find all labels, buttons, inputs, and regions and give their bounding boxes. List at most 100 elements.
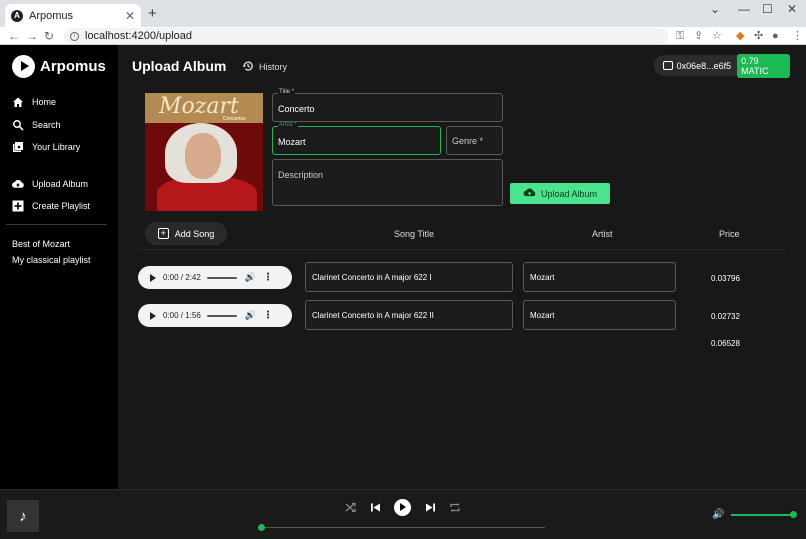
minimize-icon[interactable]: — xyxy=(738,2,750,16)
sidebar-item-label: Your Library xyxy=(32,142,81,152)
site-info-icon[interactable]: i xyxy=(70,31,79,41)
sidebar-item-label: Upload Album xyxy=(32,179,89,189)
history-icon xyxy=(242,60,254,74)
tab-close-icon[interactable]: ✕ xyxy=(125,9,135,23)
sidebar-item-label: Home xyxy=(32,97,57,107)
sidebar-item-create-playlist[interactable]: Create Playlist xyxy=(12,200,90,212)
column-header-artist: Artist xyxy=(592,229,613,239)
angular-favicon-icon: A xyxy=(11,9,23,22)
seek-handle[interactable] xyxy=(258,524,265,531)
audio-seek-bar[interactable] xyxy=(206,276,237,279)
next-icon[interactable] xyxy=(425,502,436,516)
forward-icon[interactable]: → xyxy=(26,27,38,45)
artist-label: Artist * xyxy=(278,122,298,128)
url-field[interactable]: i localhost:4200/upload xyxy=(64,28,668,44)
sidebar-divider xyxy=(6,224,107,225)
volume-handle[interactable] xyxy=(790,511,797,518)
audio-play-icon[interactable] xyxy=(150,273,156,282)
wallet-balance: 0.79 MATIC xyxy=(737,53,790,78)
title-label: Title * xyxy=(278,89,296,95)
sidebar-playlist-item[interactable]: Best of Mozart xyxy=(12,239,70,249)
sidebar-item-home[interactable]: Home xyxy=(12,96,56,108)
profile-icon[interactable]: ● xyxy=(772,27,779,45)
audio-time: 0:00 / 1:56 xyxy=(163,311,201,320)
window-close-icon[interactable]: ✕ xyxy=(787,2,797,16)
genre-select[interactable]: Genre * xyxy=(446,126,503,155)
search-icon xyxy=(12,119,24,131)
audio-time: 0:00 / 2:42 xyxy=(163,273,201,282)
wallet-icon xyxy=(663,61,673,70)
page-title: Upload Album xyxy=(132,58,227,74)
sidebar-item-library[interactable]: Your Library xyxy=(12,141,80,153)
upload-album-button[interactable]: Upload Album xyxy=(510,183,610,204)
plus-box-icon xyxy=(12,200,24,212)
cover-portrait-face xyxy=(185,133,221,179)
upload-album-label: Upload Album xyxy=(540,188,598,199)
album-cover-image[interactable]: Mozart Concertos xyxy=(145,93,263,211)
total-price: 0.06528 xyxy=(711,339,740,348)
add-song-icon: + xyxy=(157,228,169,239)
volume-icon[interactable]: 🔊 xyxy=(712,509,724,520)
star-icon[interactable]: ☆ xyxy=(712,27,722,45)
now-playing-art[interactable]: ♪ xyxy=(7,500,39,532)
brand-logo[interactable]: Arpomus xyxy=(12,55,106,78)
audio-player[interactable]: 0:00 / 2:42 🔊 ⋮ xyxy=(138,266,292,289)
history-label: History xyxy=(259,62,288,72)
wallet-address: 0x06e8...e6f5 xyxy=(676,60,732,71)
wallet-chip[interactable]: 0x06e8...e6f5 0.79 MATIC xyxy=(654,53,790,78)
metamask-icon[interactable]: ◆ xyxy=(736,27,744,45)
home-icon xyxy=(12,96,24,108)
song-price: 0.03796 xyxy=(711,274,740,283)
add-song-label: Add Song xyxy=(174,228,215,239)
add-song-button[interactable]: + Add Song xyxy=(145,222,227,245)
song-artist-field[interactable]: Mozart xyxy=(523,262,676,292)
audio-volume-icon[interactable]: 🔊 xyxy=(245,310,256,321)
volume-slider[interactable] xyxy=(731,514,793,516)
share-icon[interactable]: ⇪ xyxy=(694,27,703,45)
title-value: Concerto xyxy=(278,104,315,114)
shuffle-icon[interactable] xyxy=(345,502,356,516)
audio-more-icon[interactable]: ⋮ xyxy=(263,272,273,283)
song-artist-field[interactable]: Mozart xyxy=(523,300,676,330)
sidebar-item-search[interactable]: Search xyxy=(12,119,61,131)
extensions-icon[interactable]: ✣ xyxy=(754,27,763,45)
cloud-upload-icon xyxy=(12,178,24,190)
sidebar: Arpomus Home Search Your Library Upload … xyxy=(0,45,118,489)
audio-volume-icon[interactable]: 🔊 xyxy=(245,272,256,283)
audio-player[interactable]: 0:00 / 1:56 🔊 ⋮ xyxy=(138,304,292,327)
browser-tab[interactable]: A Arpomus ✕ xyxy=(5,4,141,27)
sidebar-item-label: Search xyxy=(32,120,61,130)
sidebar-playlist-item[interactable]: My classical playlist xyxy=(12,255,91,265)
song-title-field[interactable]: Clarinet Concerto in A major 622 I xyxy=(305,262,513,292)
artist-value: Mozart xyxy=(278,137,306,147)
audio-seek-bar[interactable] xyxy=(206,314,237,317)
new-tab-icon[interactable]: + xyxy=(148,5,157,22)
previous-icon[interactable] xyxy=(370,502,381,516)
audio-play-icon[interactable] xyxy=(150,311,156,320)
seek-bar[interactable] xyxy=(262,527,545,528)
maximize-icon[interactable]: ☐ xyxy=(762,2,773,16)
history-link[interactable]: History xyxy=(242,60,287,74)
play-pause-button[interactable] xyxy=(394,499,411,516)
brand-name: Arpomus xyxy=(40,58,106,75)
library-icon xyxy=(12,141,24,153)
sidebar-item-upload-album[interactable]: Upload Album xyxy=(12,178,88,190)
song-price: 0.02732 xyxy=(711,312,740,321)
repeat-icon[interactable] xyxy=(449,502,461,516)
reload-icon[interactable]: ↻ xyxy=(44,27,54,45)
music-note-icon: ♪ xyxy=(19,507,27,525)
song-title-field[interactable]: Clarinet Concerto in A major 622 II xyxy=(305,300,513,330)
play-logo-icon xyxy=(12,55,35,78)
tab-search-icon[interactable]: ⌄ xyxy=(710,2,720,16)
column-header-song-title: Song Title xyxy=(394,229,435,239)
audio-more-icon[interactable]: ⋮ xyxy=(263,310,273,321)
browser-menu-icon[interactable]: ⋮ xyxy=(792,27,803,45)
description-field[interactable]: Description xyxy=(272,159,503,206)
cloud-upload-icon xyxy=(523,187,536,200)
title-field[interactable]: Title * Concerto xyxy=(272,89,503,122)
back-icon[interactable]: ← xyxy=(8,27,20,45)
artist-field[interactable]: Artist * Mozart xyxy=(272,122,441,155)
tab-title: Arpomus xyxy=(29,9,74,22)
browser-tabstrip: A Arpomus ✕ + ⌄ — ☐ ✕ xyxy=(0,0,806,27)
key-icon[interactable]: ⚿ xyxy=(676,27,684,45)
